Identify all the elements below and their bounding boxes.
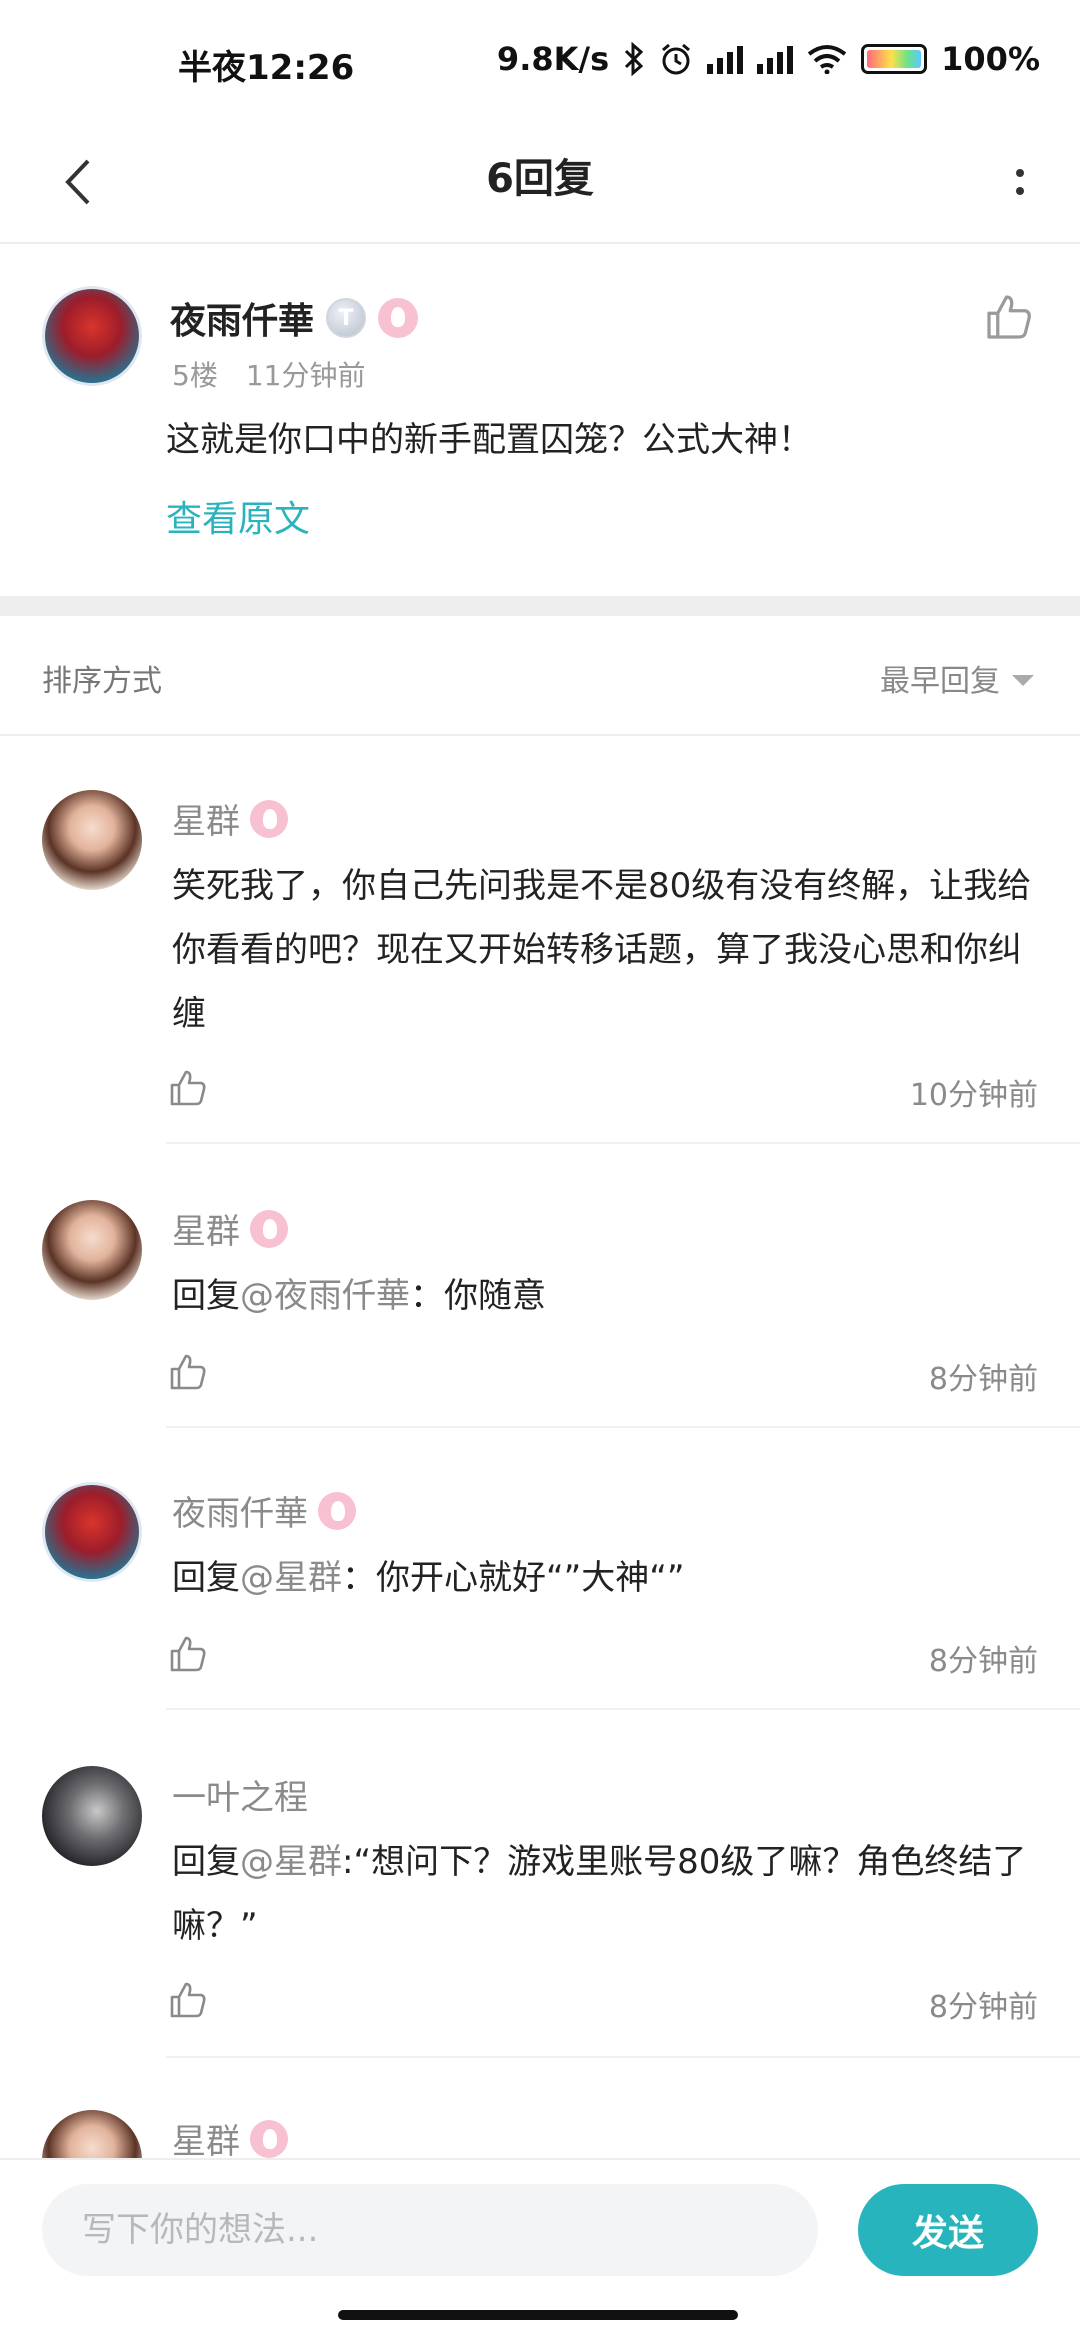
- reply-username: 一叶之程: [172, 1778, 308, 1818]
- bluetooth-icon: [625, 42, 644, 76]
- send-button[interactable]: 发送: [858, 2184, 1038, 2276]
- network-speed: 9.8K/s: [496, 40, 610, 78]
- reply-item: 星群 笑死我了，你自己先问我是不是80级有没有终解，让我给你看看的吧？现在又开始…: [0, 790, 1080, 1146]
- avatar[interactable]: [42, 2110, 142, 2158]
- mention-link[interactable]: @星群: [240, 1842, 342, 1882]
- caret-down-icon: [1012, 674, 1034, 686]
- reply-item: 夜雨仟華 回复@星群：你开心就好“”大神“” 8分钟前: [0, 1482, 1080, 1712]
- post-content: 这就是你口中的新手配置囚笼？公式大神！: [166, 420, 812, 460]
- reply-prefix: 回复: [172, 1276, 240, 1316]
- battery-percent: 100%: [941, 40, 1040, 78]
- pink-badge-icon: [250, 799, 288, 838]
- thumbs-up-icon[interactable]: [168, 1634, 208, 1674]
- more-options-button[interactable]: [990, 142, 1050, 222]
- reply-divider: [166, 1426, 1080, 1428]
- status-bar: 半夜12:26 9.8K/s 100%: [0, 0, 1080, 120]
- page-title: 6回复: [486, 156, 594, 202]
- pink-badge-icon: [378, 298, 419, 338]
- post-username: 夜雨仟華: [170, 301, 315, 342]
- avatar[interactable]: [42, 1482, 142, 1582]
- reply-username: 夜雨仟華: [172, 1494, 308, 1534]
- reply-author[interactable]: 夜雨仟華: [172, 1486, 356, 1535]
- post-meta: 5楼 11分钟前: [172, 354, 365, 394]
- reply-author[interactable]: 星群: [172, 794, 288, 843]
- thumbs-up-icon[interactable]: [168, 1980, 208, 2020]
- pink-badge-icon: [250, 2119, 288, 2158]
- more-dot-icon: [1016, 169, 1024, 177]
- reply-time: 10分钟前: [909, 1078, 1038, 1113]
- pink-badge-icon: [318, 1491, 356, 1530]
- section-divider: [0, 596, 1080, 616]
- reply-author[interactable]: 星群: [172, 2114, 288, 2158]
- reply-item: 星群: [0, 2110, 1080, 2158]
- top-app-bar: 6回复: [0, 120, 1080, 244]
- more-dot-icon: [1016, 187, 1024, 195]
- view-original-link[interactable]: 查看原文: [166, 490, 310, 542]
- comment-input[interactable]: [42, 2184, 818, 2276]
- reply-prefix: 回复: [172, 1842, 240, 1882]
- post-author[interactable]: 夜雨仟華 T: [170, 292, 419, 344]
- status-icons: 9.8K/s 100%: [497, 40, 1040, 78]
- reply-content: 回复@星群:“想问下？游戏里账号80级了嘛？角色终结了嘛？”: [172, 1830, 1032, 1958]
- sort-dropdown[interactable]: 最早回复: [880, 656, 1034, 700]
- reply-username: 星群: [172, 1212, 240, 1252]
- avatar[interactable]: [42, 286, 142, 386]
- home-indicator[interactable]: [338, 2310, 738, 2320]
- avatar[interactable]: [42, 1200, 142, 1300]
- thumbs-up-icon[interactable]: [984, 292, 1034, 342]
- status-time: 半夜12:26: [178, 48, 355, 88]
- post-time: 11分钟前: [245, 359, 366, 392]
- thumbs-up-icon[interactable]: [168, 1068, 208, 1108]
- battery-icon: [861, 44, 928, 74]
- reply-prefix: 回复: [172, 1558, 240, 1598]
- mention-link[interactable]: @夜雨仟華: [240, 1276, 410, 1316]
- hd-signal-icon: [757, 44, 794, 74]
- reply-text: 笑死我了，你自己先问我是不是80级有没有终解，让我给你看看的吧？现在又开始转移话…: [172, 866, 1032, 1034]
- reply-text: ：你随意: [410, 1276, 546, 1316]
- thumbs-up-icon[interactable]: [168, 1352, 208, 1392]
- reply-username: 星群: [172, 802, 240, 842]
- pink-badge-icon: [250, 1209, 288, 1248]
- reply-content: 回复@夜雨仟華：你随意: [172, 1264, 1032, 1328]
- sort-selected: 最早回复: [880, 664, 1000, 699]
- reply-author[interactable]: 一叶之程: [172, 1770, 308, 1819]
- alarm-icon: [662, 43, 691, 75]
- reply-item: 星群 回复@夜雨仟華：你随意 8分钟前: [0, 1200, 1080, 1430]
- reply-time: 8分钟前: [928, 1362, 1038, 1397]
- original-comment: 夜雨仟華 T 5楼 11分钟前 这就是你口中的新手配置囚笼？公式大神！ 查看原文: [0, 246, 1080, 596]
- post-floor: 5楼: [172, 359, 218, 392]
- comment-composer: 发送: [0, 2158, 1080, 2298]
- sort-bar: 排序方式 最早回复: [0, 616, 1080, 736]
- reply-divider: [166, 1142, 1080, 1144]
- level-badge-icon: T: [326, 298, 367, 338]
- reply-divider: [166, 2056, 1080, 2058]
- reply-divider: [166, 1708, 1080, 1710]
- reply-text: ：你开心就好“”大神“”: [342, 1558, 685, 1598]
- reply-content: 回复@星群：你开心就好“”大神“”: [172, 1546, 1032, 1610]
- reply-username: 星群: [172, 2122, 240, 2158]
- reply-time: 8分钟前: [928, 1644, 1038, 1679]
- mention-link[interactable]: @星群: [240, 1558, 342, 1598]
- avatar[interactable]: [42, 1766, 142, 1866]
- cell-signal-icon: [707, 44, 744, 74]
- sort-label: 排序方式: [42, 664, 162, 699]
- avatar[interactable]: [42, 790, 142, 890]
- reply-author[interactable]: 星群: [172, 1204, 288, 1253]
- reply-time: 8分钟前: [928, 1990, 1038, 2025]
- wifi-icon: [807, 45, 847, 74]
- reply-item: 一叶之程 回复@星群:“想问下？游戏里账号80级了嘛？角色终结了嘛？” 8分钟前: [0, 1766, 1080, 2060]
- reply-content: 笑死我了，你自己先问我是不是80级有没有终解，让我给你看看的吧？现在又开始转移话…: [172, 854, 1032, 1046]
